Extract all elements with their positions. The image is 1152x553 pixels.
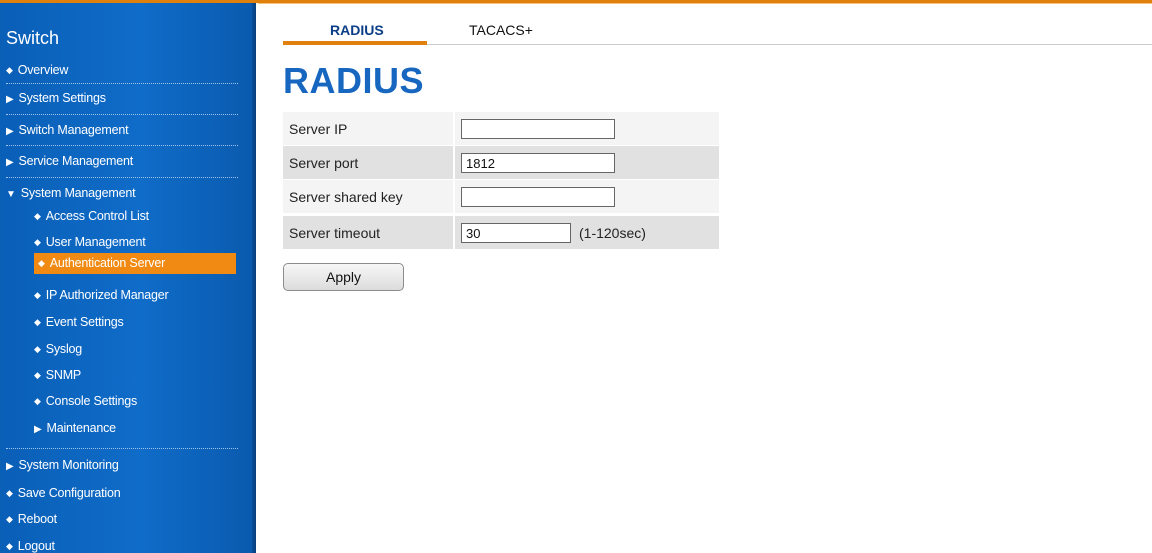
sidebar-item-save-configuration[interactable]: ◆ Save Configuration [6, 486, 238, 500]
sidebar-subitem-snmp[interactable]: ◆ SNMP [34, 368, 266, 382]
sidebar-subitem-event-settings[interactable]: ◆ Event Settings [34, 315, 266, 329]
bullet-icon: ◆ [34, 396, 41, 406]
label-cell: Server timeout [283, 216, 453, 249]
expand-arrow-icon: ▶ [34, 424, 42, 435]
tab-active-indicator [283, 41, 427, 45]
server-port-input[interactable] [461, 153, 615, 173]
bullet-icon: ◆ [6, 65, 13, 75]
expand-arrow-icon: ▶ [6, 94, 14, 105]
sidebar-subitem-syslog[interactable]: ◆ Syslog [34, 342, 266, 356]
sidebar-separator [6, 145, 238, 146]
server-ip-label: Server IP [289, 121, 348, 137]
bullet-icon: ◆ [38, 258, 45, 268]
timeout-range-hint: (1-120sec) [579, 225, 646, 241]
bullet-icon: ◆ [34, 344, 41, 354]
tab-radius[interactable]: RADIUS [330, 22, 384, 38]
expand-arrow-icon: ▶ [6, 126, 14, 137]
shared-key-input[interactable] [461, 187, 615, 207]
sidebar-separator [6, 177, 238, 178]
sidebar-item-system-monitoring[interactable]: ▶ System Monitoring [6, 458, 238, 472]
expand-arrow-icon: ▶ [6, 461, 14, 472]
value-cell [455, 112, 719, 145]
apply-button[interactable]: Apply [283, 263, 404, 291]
page-title: RADIUS [283, 60, 425, 101]
form-row-server-ip: Server IP [283, 112, 719, 145]
server-port-label: Server port [289, 155, 359, 171]
sidebar-item-overview[interactable]: ◆ Overview [6, 63, 238, 77]
sidebar-separator [6, 448, 238, 449]
sidebar-subitem-user-management[interactable]: ◆ User Management [34, 235, 266, 249]
sidebar-item-logout[interactable]: ◆ Logout [6, 539, 238, 553]
sidebar-subitem-authentication-server[interactable]: ◆ Authentication Server [34, 256, 270, 270]
shared-key-label: Server shared key [289, 189, 403, 205]
bullet-icon: ◆ [6, 514, 13, 524]
sidebar-separator [6, 114, 238, 115]
expand-arrow-icon: ▶ [6, 157, 14, 168]
value-cell [455, 146, 719, 179]
server-timeout-input[interactable] [461, 223, 571, 243]
bullet-icon: ◆ [6, 488, 13, 498]
bullet-icon: ◆ [6, 541, 13, 551]
sidebar-title: Switch [6, 28, 60, 48]
tab-tacacs[interactable]: TACACS+ [469, 22, 533, 38]
sidebar-item-system-management[interactable]: ▼ System Management [6, 186, 238, 200]
value-cell: (1-120sec) [455, 216, 719, 249]
sidebar-subitem-ip-authorized-manager[interactable]: ◆ IP Authorized Manager [34, 288, 266, 302]
sidebar-subitem-maintenance[interactable]: ▶ Maintenance [34, 421, 266, 435]
server-timeout-label: Server timeout [289, 225, 381, 241]
bullet-icon: ◆ [34, 237, 41, 247]
form-row-server-timeout: Server timeout (1-120sec) [283, 216, 719, 249]
sidebar-subitem-acl[interactable]: ◆ Access Control List [34, 209, 266, 223]
sidebar-separator [6, 83, 238, 84]
sidebar-edge [252, 3, 256, 553]
sidebar-subitem-console-settings[interactable]: ◆ Console Settings [34, 394, 266, 408]
server-ip-input[interactable] [461, 119, 615, 139]
bullet-icon: ◆ [34, 290, 41, 300]
collapse-arrow-icon: ▼ [6, 189, 16, 200]
sidebar-item-reboot[interactable]: ◆ Reboot [6, 512, 238, 526]
sidebar-item-system-settings[interactable]: ▶ System Settings [6, 91, 238, 105]
value-cell [455, 180, 719, 213]
bullet-icon: ◆ [34, 211, 41, 221]
form-row-server-port: Server port [283, 146, 719, 179]
sidebar-item-service-management[interactable]: ▶ Service Management [6, 154, 238, 168]
form-row-shared-key: Server shared key [283, 180, 719, 213]
label-cell: Server port [283, 146, 453, 179]
sidebar-item-switch-management[interactable]: ▶ Switch Management [6, 123, 238, 137]
label-cell: Server shared key [283, 180, 453, 213]
top-accent-line-light [258, 3, 1152, 4]
label-cell: Server IP [283, 112, 453, 145]
bullet-icon: ◆ [34, 317, 41, 327]
bullet-icon: ◆ [34, 370, 41, 380]
